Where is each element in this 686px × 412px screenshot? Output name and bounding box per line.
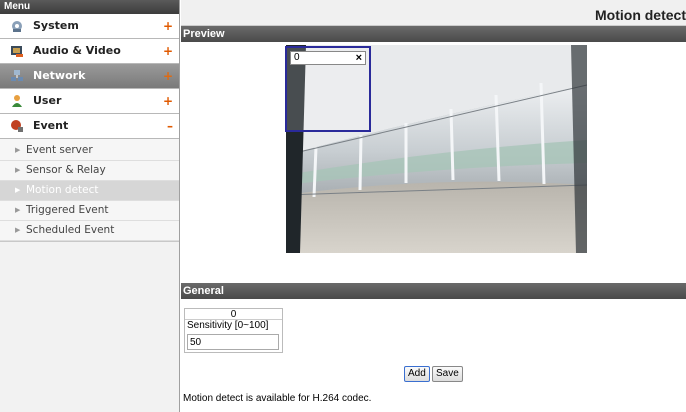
menu-item-system[interactable]: System + [0,14,179,39]
codec-note: Motion detect is available for H.264 cod… [183,393,372,404]
sensitivity-label: Sensitivity [0~100] [187,320,269,331]
submenu-item-motion-detect[interactable]: ▶ Motion detect [0,181,179,201]
close-icon[interactable]: × [356,52,362,64]
submenu-item-event-server[interactable]: ▶ Event server [0,141,179,161]
region-index-cell: 0 [185,309,282,320]
menu-item-user[interactable]: User + [0,89,179,114]
sensitivity-table: 0 Sensitivity [0~100] [184,308,283,353]
main-panel: Motion detect Preview 0 × General 0 Sens… [181,0,686,412]
submenu-item-sensor-relay[interactable]: ▶ Sensor & Relay [0,161,179,181]
network-icon [11,70,23,81]
expand-toggle[interactable]: + [163,64,173,88]
menu-header: Menu [0,0,179,14]
arrow-right-icon: ▶ [15,206,21,214]
submenu-item-label: Scheduled Event [26,224,115,236]
menu-item-label: Network [33,69,86,82]
arrow-right-icon: ▶ [15,166,21,174]
motion-region-index: 0 [294,52,300,63]
arrow-right-icon: ▶ [15,226,21,234]
audio-video-icon [11,46,23,57]
event-submenu: ▶ Event server ▶ Sensor & Relay ▶ Motion de… [0,139,179,242]
menu-item-label: Event [33,119,69,132]
sidebar: Menu System + Audio & Video + Network + … [0,0,180,412]
expand-toggle[interactable]: + [163,89,173,113]
arrow-right-icon: ▶ [15,146,21,154]
submenu-item-label: Triggered Event [26,204,109,216]
save-button[interactable]: Save [432,366,463,382]
submenu-item-scheduled-event[interactable]: ▶ Scheduled Event [0,221,179,241]
submenu-item-label: Motion detect [26,184,99,196]
arrow-right-icon: ▶ [15,186,21,194]
menu-item-network[interactable]: Network + [0,64,179,89]
user-icon [12,95,22,107]
collapse-toggle[interactable]: – [167,114,173,138]
menu-item-label: System [33,19,79,32]
motion-region-box[interactable]: 0 × [285,46,371,132]
menu-item-event[interactable]: Event – [0,114,179,139]
general-section-header: General [181,283,686,299]
event-icon [11,120,23,132]
submenu-item-triggered-event[interactable]: ▶ Triggered Event [0,201,179,221]
motion-region-titlebar: 0 × [290,51,366,65]
system-gear-icon [12,21,22,32]
submenu-item-label: Sensor & Relay [26,164,106,176]
preview-section-header: Preview [181,26,686,42]
sensitivity-input[interactable] [187,334,279,350]
add-button[interactable]: Add [404,366,430,382]
page-title: Motion detect [181,0,686,26]
menu-item-audio-video[interactable]: Audio & Video + [0,39,179,64]
menu-item-label: User [33,94,62,107]
menu-item-label: Audio & Video [33,44,121,57]
expand-toggle[interactable]: + [163,14,173,38]
expand-toggle[interactable]: + [163,39,173,63]
submenu-item-label: Event server [26,144,93,156]
